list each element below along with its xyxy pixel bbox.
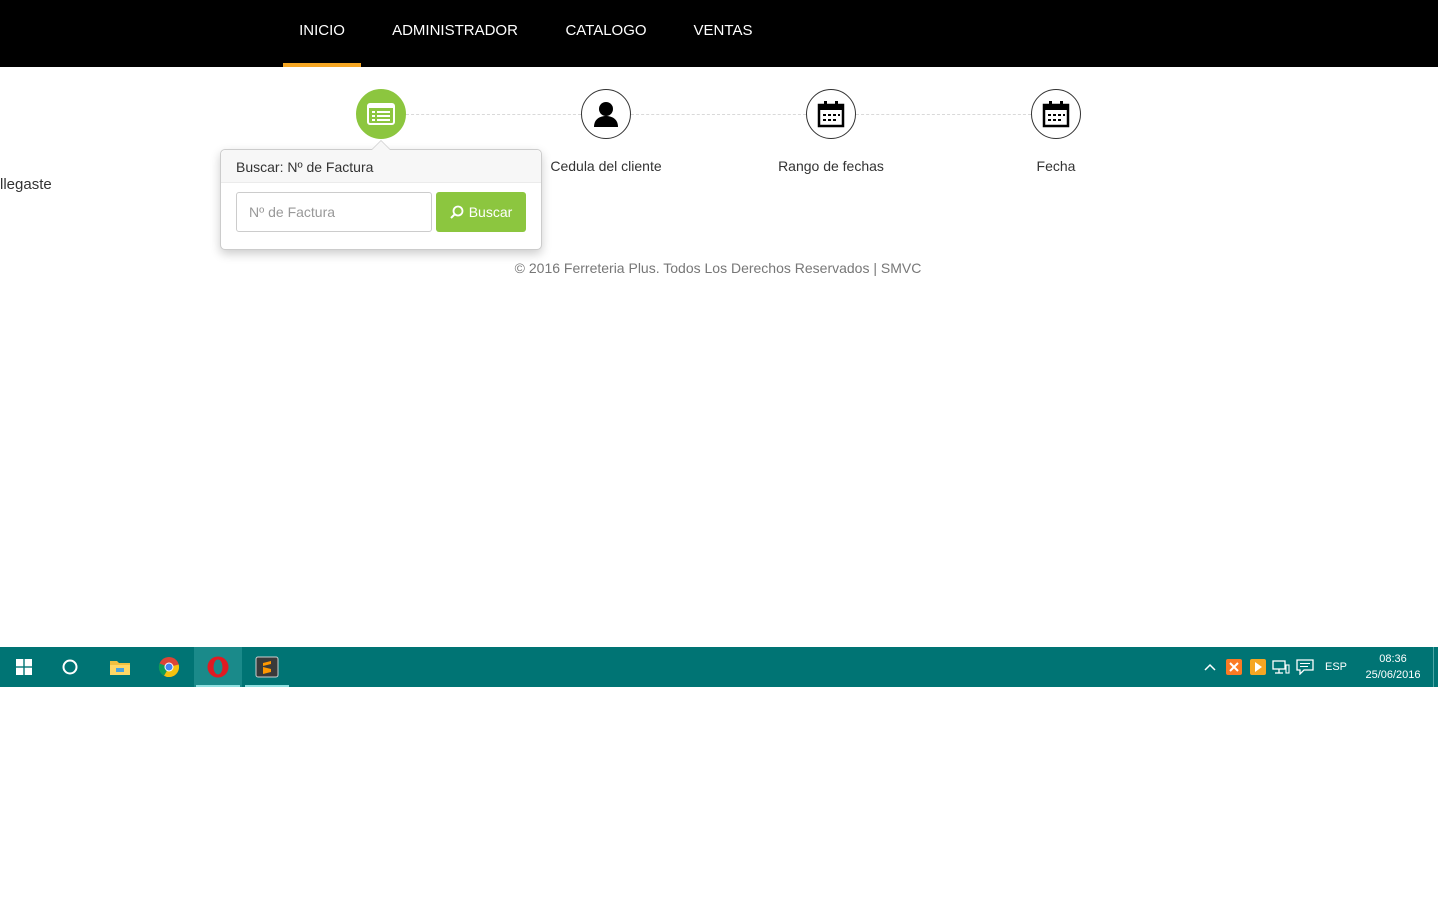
step-connector — [406, 114, 581, 115]
clock-date: 25/06/2016 — [1365, 669, 1421, 681]
footer-copyright: © 2016 Ferreteria Plus. Todos Los Derech… — [514, 260, 922, 276]
sublime-text-icon — [255, 656, 279, 678]
step-factura[interactable] — [356, 89, 406, 139]
step-fecha[interactable] — [1031, 89, 1081, 139]
opera-button[interactable] — [194, 647, 242, 687]
nav-item-administrador[interactable]: ADMINISTRADOR — [380, 0, 530, 67]
step-rango-fechas[interactable] — [806, 89, 856, 139]
file-explorer-icon — [110, 661, 130, 675]
buscar-button[interactable]: Buscar — [436, 192, 526, 232]
search-popover: Buscar: Nº de Factura Buscar — [220, 140, 542, 250]
xampp-tray-icon[interactable] — [1223, 647, 1245, 687]
popover-title: Buscar: Nº de Factura — [221, 150, 541, 183]
input-language-indicator[interactable]: ESP — [1322, 647, 1350, 687]
step-label-rango-fechas: Rango de fechas — [778, 158, 884, 174]
nav-item-catalogo[interactable]: CATALOGO — [550, 0, 662, 67]
opera-icon — [207, 656, 229, 678]
top-navbar: INICIO ADMINISTRADOR CATALOGO VENTAS — [0, 0, 1438, 67]
buscar-button-label: Buscar — [468, 204, 513, 220]
notifications-tray-icon[interactable] — [1294, 647, 1316, 687]
step-connector — [631, 114, 806, 115]
cortana-button[interactable] — [46, 647, 94, 687]
step-cedula[interactable] — [581, 89, 631, 139]
sublime-text-button[interactable] — [243, 647, 291, 687]
chrome-icon — [158, 657, 180, 678]
nav-item-ventas[interactable]: VENTAS — [680, 0, 766, 67]
welcome-text-fragment: llegaste — [0, 176, 52, 193]
windows-taskbar: ESP 08:36 25/06/2016 — [0, 647, 1438, 687]
media-player-tray-icon[interactable] — [1247, 647, 1269, 687]
search-icon — [449, 205, 464, 219]
file-explorer-button[interactable] — [96, 647, 144, 687]
invoice-list-icon — [367, 103, 395, 125]
nav-item-inicio[interactable]: INICIO — [283, 0, 361, 67]
cortana-icon — [62, 659, 78, 675]
clock-time: 08:36 — [1379, 653, 1407, 665]
tray-overflow-chevron-up-icon[interactable] — [1199, 647, 1221, 687]
start-button[interactable] — [0, 647, 48, 687]
chrome-button[interactable] — [145, 647, 193, 687]
step-label-fecha: Fecha — [1036, 158, 1076, 174]
factura-number-input[interactable] — [236, 192, 432, 232]
calendar-icon — [1042, 101, 1070, 128]
calendar-icon — [817, 101, 845, 128]
show-desktop-button[interactable] — [1433, 647, 1435, 687]
start-icon — [16, 659, 32, 675]
network-tray-icon[interactable] — [1270, 647, 1292, 687]
taskbar-clock[interactable]: 08:36 25/06/2016 — [1356, 651, 1430, 683]
user-icon — [594, 102, 618, 127]
step-connector — [856, 114, 1031, 115]
